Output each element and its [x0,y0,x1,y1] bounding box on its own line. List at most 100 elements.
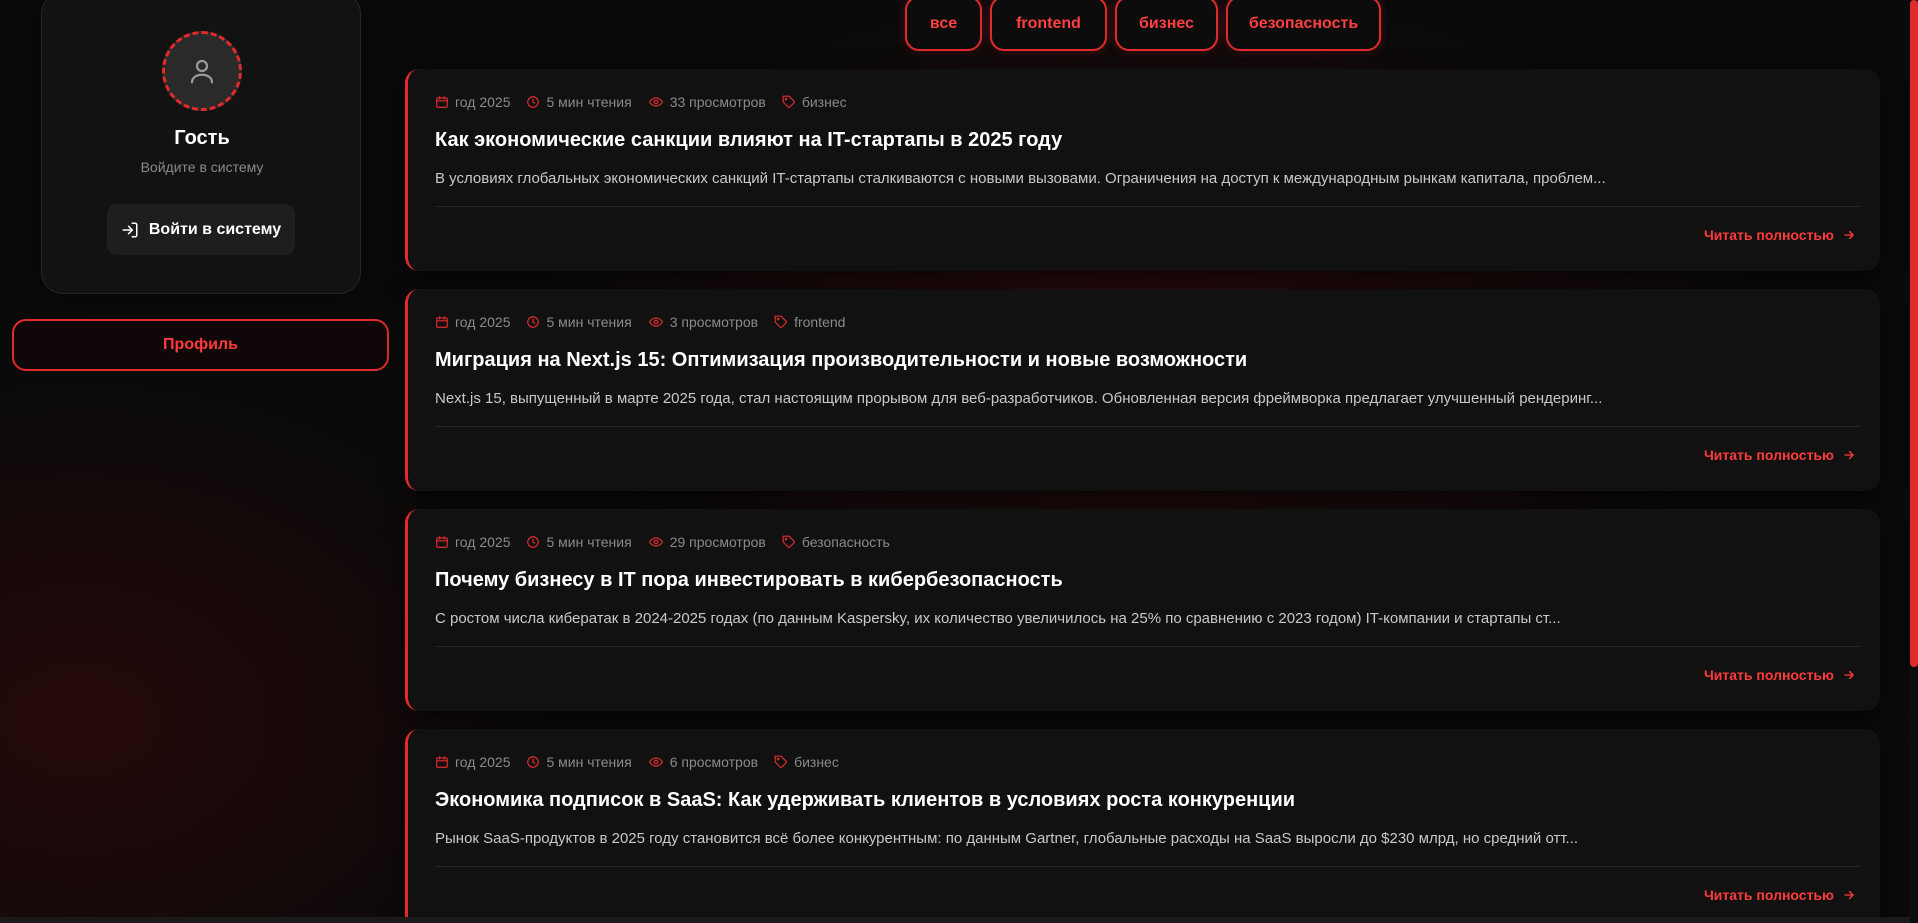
eye-icon [648,97,663,107]
post-tag[interactable]: frontend [774,314,845,330]
eye-icon [648,537,663,547]
post-excerpt: С ростом числа кибератак в 2024-2025 год… [435,610,1561,627]
filter-security[interactable]: безопасность [1226,0,1381,51]
post-read-time: 5 мин чтения [526,94,632,110]
post-title[interactable]: Миграция на Next.js 15: Оптимизация прои… [435,349,1247,372]
post-card[interactable]: год 2025 5 мин чтения 29 просмотров безо… [405,509,1880,711]
arrow-right-icon [1844,670,1854,680]
post-title[interactable]: Как экономические санкции влияют на IT-с… [435,129,1062,152]
arrow-right-icon [1844,450,1854,460]
tag-icon [774,755,787,768]
post-views: 29 просмотров [648,534,766,550]
post-read-time-text: 5 мин чтения [546,314,632,330]
post-divider [435,866,1860,867]
post-tag-text: безопасность [801,534,890,550]
post-date-text: год 2025 [455,94,511,110]
calendar-icon [436,96,448,108]
user-card: Гость Войдите в систему Войти в систему [41,0,361,294]
read-more-link[interactable]: Читать полностью [1704,667,1856,683]
read-more-label: Читать полностью [1703,667,1834,683]
post-card[interactable]: год 2025 5 мин чтения 3 просмотров front… [405,289,1880,491]
post-divider [435,426,1860,427]
read-more-link[interactable]: Читать полностью [1704,227,1856,243]
post-excerpt: В условиях глобальных экономических санк… [435,170,1606,187]
post-divider [435,206,1860,207]
post-date-text: год 2025 [455,534,511,550]
calendar-icon [436,756,448,768]
post-views-text: 33 просмотров [669,94,766,110]
post-date: год 2025 [435,94,510,110]
horizontal-scrollbar[interactable] [0,917,1910,923]
avatar [162,31,242,111]
post-divider [435,646,1860,647]
post-excerpt: Рынок SaaS-продуктов в 2025 году станови… [435,830,1579,847]
filter-frontend[interactable]: frontend [990,0,1107,51]
scrollbar-thumb[interactable] [1910,0,1918,667]
post-read-time: 5 мин чтения [526,754,632,770]
post-views: 3 просмотров [648,314,758,330]
post-read-time: 5 мин чтения [526,534,632,550]
post-tag[interactable]: бизнес [782,94,847,110]
filter-label: frontend [1016,14,1081,32]
user-name: Гость [174,127,230,149]
post-card[interactable]: год 2025 5 мин чтения 33 просмотров бизн… [405,69,1880,271]
post-date-text: год 2025 [455,754,511,770]
post-read-time-text: 5 мин чтения [546,534,632,550]
eye-icon [648,757,663,767]
post-views: 33 просмотров [648,94,766,110]
read-more-label: Читать полностью [1703,227,1834,243]
post-meta: год 2025 5 мин чтения 29 просмотров безо… [435,534,890,550]
tag-icon [782,535,795,548]
login-button[interactable]: Войти в систему [107,204,295,255]
post-views: 6 просмотров [648,754,758,770]
post-read-time: 5 мин чтения [526,314,632,330]
filter-label: бизнес [1139,14,1194,32]
calendar-icon [436,316,448,328]
tag-icon [774,315,787,328]
post-title[interactable]: Почему бизнесу в IT пора инвестировать в… [435,569,1063,592]
post-read-time-text: 5 мин чтения [546,754,632,770]
filter-label: безопасность [1248,14,1359,32]
profile-button[interactable]: Профиль [12,319,389,371]
category-filters: все frontend бизнес безопасность [905,0,1381,51]
scrollbar[interactable] [1910,0,1918,923]
user-hint: Войдите в систему [140,159,264,175]
eye-icon [648,317,663,327]
login-icon [122,222,138,237]
post-card[interactable]: год 2025 5 мин чтения 6 просмотров бизне… [405,729,1880,923]
post-read-time-text: 5 мин чтения [546,94,632,110]
arrow-right-icon [1844,230,1854,240]
read-more-link[interactable]: Читать полностью [1704,887,1856,903]
post-excerpt: Next.js 15, выпущенный в марте 2025 года… [435,390,1603,407]
clock-icon [527,96,540,108]
post-date: год 2025 [435,534,510,550]
post-views-text: 3 просмотров [669,314,759,330]
post-date: год 2025 [435,754,510,770]
calendar-icon [436,536,448,548]
arrow-right-icon [1844,890,1854,900]
read-more-label: Читать полностью [1703,887,1834,903]
post-tag[interactable]: бизнес [774,754,839,770]
filter-all[interactable]: все [905,0,982,51]
post-views-text: 29 просмотров [669,534,766,550]
clock-icon [527,316,540,328]
tag-icon [782,95,795,108]
post-tag-text: бизнес [794,754,839,770]
sidebar: Гость Войдите в систему Войти в систему … [0,0,400,923]
post-views-text: 6 просмотров [669,754,759,770]
post-meta: год 2025 5 мин чтения 33 просмотров бизн… [435,94,847,110]
post-tag-text: бизнес [801,94,847,110]
read-more-label: Читать полностью [1703,447,1834,463]
clock-icon [527,756,540,768]
post-title[interactable]: Экономика подписок в SaaS: Как удерживат… [435,789,1295,812]
post-date: год 2025 [435,314,510,330]
user-icon [190,59,214,84]
post-date-text: год 2025 [455,314,511,330]
read-more-link[interactable]: Читать полностью [1704,447,1856,463]
post-tag-text: frontend [794,314,846,330]
profile-button-label: Профиль [163,336,238,353]
filter-business[interactable]: бизнес [1115,0,1218,51]
post-list: год 2025 5 мин чтения 33 просмотров бизн… [405,69,1880,923]
filter-label: все [929,14,958,32]
post-tag[interactable]: безопасность [782,534,890,550]
